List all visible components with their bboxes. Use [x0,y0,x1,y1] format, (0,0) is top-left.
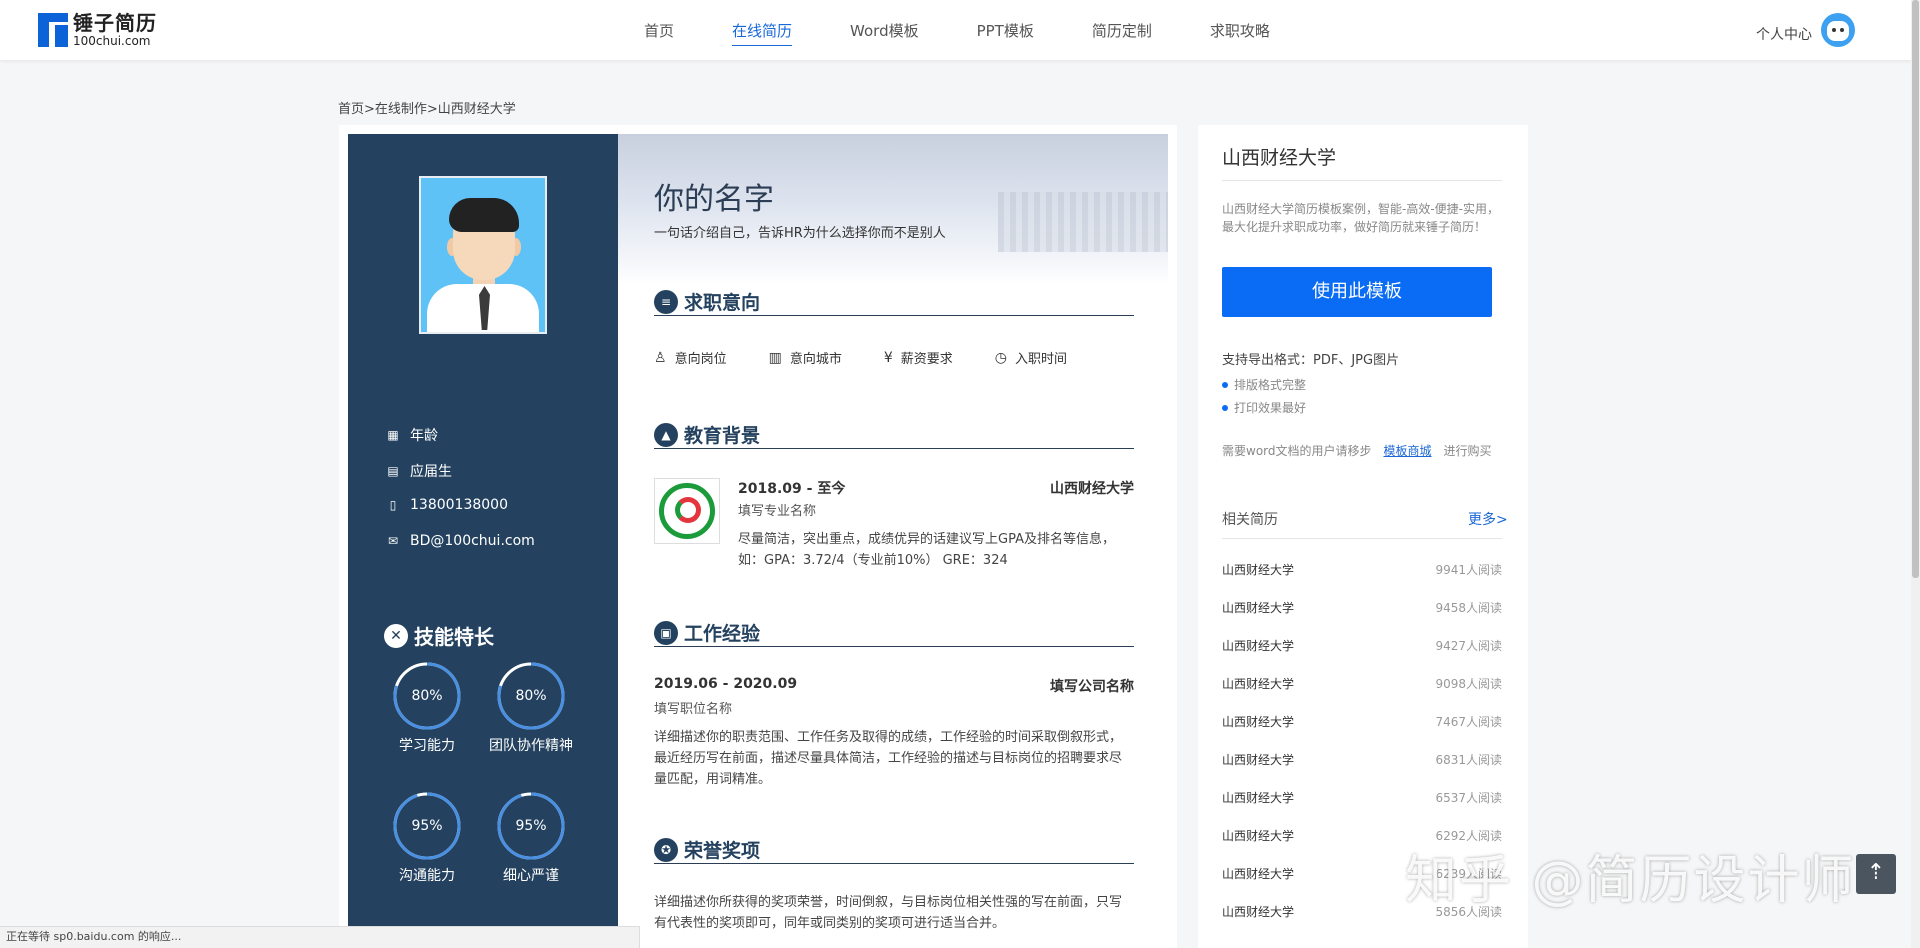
resume-main: 你的名字 一句话介绍自己，告诉HR为什么选择你而不是别人 ≡ 求职意向 ♙ 意向岗… [618,134,1168,948]
graduation-cap-icon: ▲ [654,422,678,447]
top-navbar: 锤子简历 100chui.com 首页 在线简历 Word模板 PPT模板 简历… [0,0,1920,60]
clock-icon: ◷ [994,349,1007,366]
scrollbar-thumb[interactable] [1912,0,1919,578]
resume-preview: ▦ 年龄 ▤ 应届生 ▯ 13800138000 ✉ BD@100chui.co… [339,125,1177,948]
honors-description: 详细描述你所获得的奖项荣誉，时间倒叙，与目标岗位相关性强的写在前面，只写有代表性… [654,895,1123,931]
intent-row: ♙ 意向岗位 ▥ 意向城市 ¥ 薪资要求 ◷ 入职时间 [654,348,1134,368]
word-note: 需要word文档的用户请移步 模板商城 进行购买 [1222,442,1492,459]
mail-icon: ✉ [387,534,399,548]
skill-item: 95% 沟通能力 [372,791,482,885]
nav-online-resume[interactable]: 在线简历 [732,20,793,46]
skill-percent: 95% [515,818,547,834]
clipboard-icon: ≡ [654,289,678,314]
skill-name: 沟通能力 [399,868,455,884]
page-scrollbar[interactable] [1911,0,1920,948]
yen-icon: ¥ [883,349,893,366]
intent-start-date: ◷ 入职时间 [994,349,1067,368]
related-item[interactable]: 山西财经大学 7467人阅读 [1222,713,1502,730]
intent-city: ▥ 意向城市 [768,349,842,368]
section-work: ▣ 工作经验 [654,619,1134,647]
skill-item: 95% 细心严谨 [476,791,586,885]
education-major: 填写专业名称 [738,504,817,519]
watermark: 知乎 @简历设计师 [1405,851,1856,911]
breadcrumb[interactable]: 首页>在线制作>山西财经大学 [338,98,516,117]
intent-salary: ¥ 薪资要求 [883,349,953,368]
bullet-icon [1222,381,1228,388]
work-date: 2019.06 - 2020.09 [654,676,798,692]
skill-name: 细心严谨 [503,868,559,884]
skill-item: 80% 学习能力 [372,661,482,755]
resume-intro: 一句话介绍自己，告诉HR为什么选择你而不是别人 [654,226,946,241]
template-info-panel: 山西财经大学 山西财经大学简历模板案例，智能-高效-便捷-实用，最大化提升求职成… [1198,125,1528,948]
intent-position: ♙ 意向岗位 [654,349,727,368]
export-formats: 支持导出格式：PDF、JPG图片 [1222,353,1400,368]
arrow-up-icon[interactable]: ⇡ [1856,854,1896,894]
skills-heading: ✕ 技能特长 [384,621,494,650]
section-education: ▲ 教育背景 [654,421,1134,449]
education-date: 2018.09 - 至今 [738,481,846,497]
nav-resume-custom[interactable]: 简历定制 [1092,20,1152,46]
nav-word-templates[interactable]: Word模板 [850,20,919,46]
work-description: 详细描述你的职责范围、工作任务及取得的成绩，工作经验的时间采取倒叙形式，最近经历… [654,730,1123,787]
nav-ppt-templates[interactable]: PPT模板 [977,20,1034,46]
skill-percent: 95% [411,818,443,834]
related-item[interactable]: 山西财经大学 9941人阅读 [1222,561,1502,578]
skill-item: 80% 团队协作精神 [476,661,586,755]
template-title: 山西财经大学 [1222,147,1337,169]
briefcase-icon: ▣ [654,620,678,645]
work-company: 填写公司名称 [1050,679,1134,695]
related-item[interactable]: 山西财经大学 9458人阅读 [1222,599,1502,616]
logo-domain: 100chui.com [73,34,151,48]
education-description: 尽量简洁，突出重点，成绩优异的话建议写上GPA及排名等信息，如：GPA：3.72… [738,532,1115,568]
nav-home[interactable]: 首页 [644,20,674,46]
template-mall-link[interactable]: 模板商城 [1384,442,1432,459]
user-center-link[interactable]: 个人中心 [1756,24,1812,44]
resume-sidebar: ▦ 年龄 ▤ 应届生 ▯ 13800138000 ✉ BD@100chui.co… [348,134,618,948]
section-honors: ✪ 荣誉奖项 [654,836,1134,864]
feature-item: 打印效果最好 [1222,399,1306,416]
template-description: 山西财经大学简历模板案例，智能-高效-便捷-实用，最大化提升求职成功率，做好简历… [1222,202,1499,234]
divider [1222,538,1502,539]
tie-icon: ♙ [654,349,667,366]
info-email: ✉ BD@100chui.com [387,533,535,549]
feature-item: 排版格式完整 [1222,376,1306,393]
resume-page: ▦ 年龄 ▤ 应届生 ▯ 13800138000 ✉ BD@100chui.co… [348,134,1168,948]
phone-icon: ▯ [389,498,397,512]
use-template-button[interactable]: 使用此模板 [1222,267,1492,317]
logo-name: 锤子简历 [73,11,157,35]
related-more-link[interactable]: 更多> [1468,509,1508,529]
logo-mark-icon [38,13,68,47]
browser-status-bar: 正在等待 sp0.baidu.com 的响应... [0,926,640,948]
info-status: ▤ 应届生 [387,464,452,480]
bullet-icon [1222,404,1228,411]
info-phone: ▯ 13800138000 [386,497,508,513]
user-avatar[interactable] [1821,13,1855,47]
skill-name: 团队协作精神 [489,738,573,754]
skill-percent: 80% [411,688,443,704]
related-item[interactable]: 山西财经大学 9098人阅读 [1222,675,1502,692]
skill-name: 学习能力 [399,738,455,754]
divider [1222,180,1502,181]
calendar-icon: ▦ [387,428,399,442]
building-icon: ▥ [768,349,782,366]
school-logo [654,478,720,544]
profile-photo [419,176,547,334]
info-age: ▦ 年龄 [387,428,438,444]
wrench-icon: ✕ [384,623,408,648]
related-title: 相关简历 [1222,512,1278,528]
resume-name: 你的名字 [654,182,774,217]
work-position: 填写职位名称 [654,702,733,717]
related-item[interactable]: 山西财经大学 9427人阅读 [1222,637,1502,654]
nav-job-guide[interactable]: 求职攻略 [1210,20,1270,46]
section-intent: ≡ 求职意向 [654,288,1134,316]
main-nav: 首页 在线简历 Word模板 PPT模板 简历定制 求职攻略 [644,20,1328,46]
related-item[interactable]: 山西财经大学 6537人阅读 [1222,789,1502,806]
skill-percent: 80% [515,688,547,704]
document-icon: ▤ [387,464,399,478]
education-school: 山西财经大学 [1050,481,1134,497]
related-item[interactable]: 山西财经大学 6831人阅读 [1222,751,1502,768]
site-logo[interactable]: 锤子简历 100chui.com [38,13,157,47]
medal-icon: ✪ [654,837,678,862]
